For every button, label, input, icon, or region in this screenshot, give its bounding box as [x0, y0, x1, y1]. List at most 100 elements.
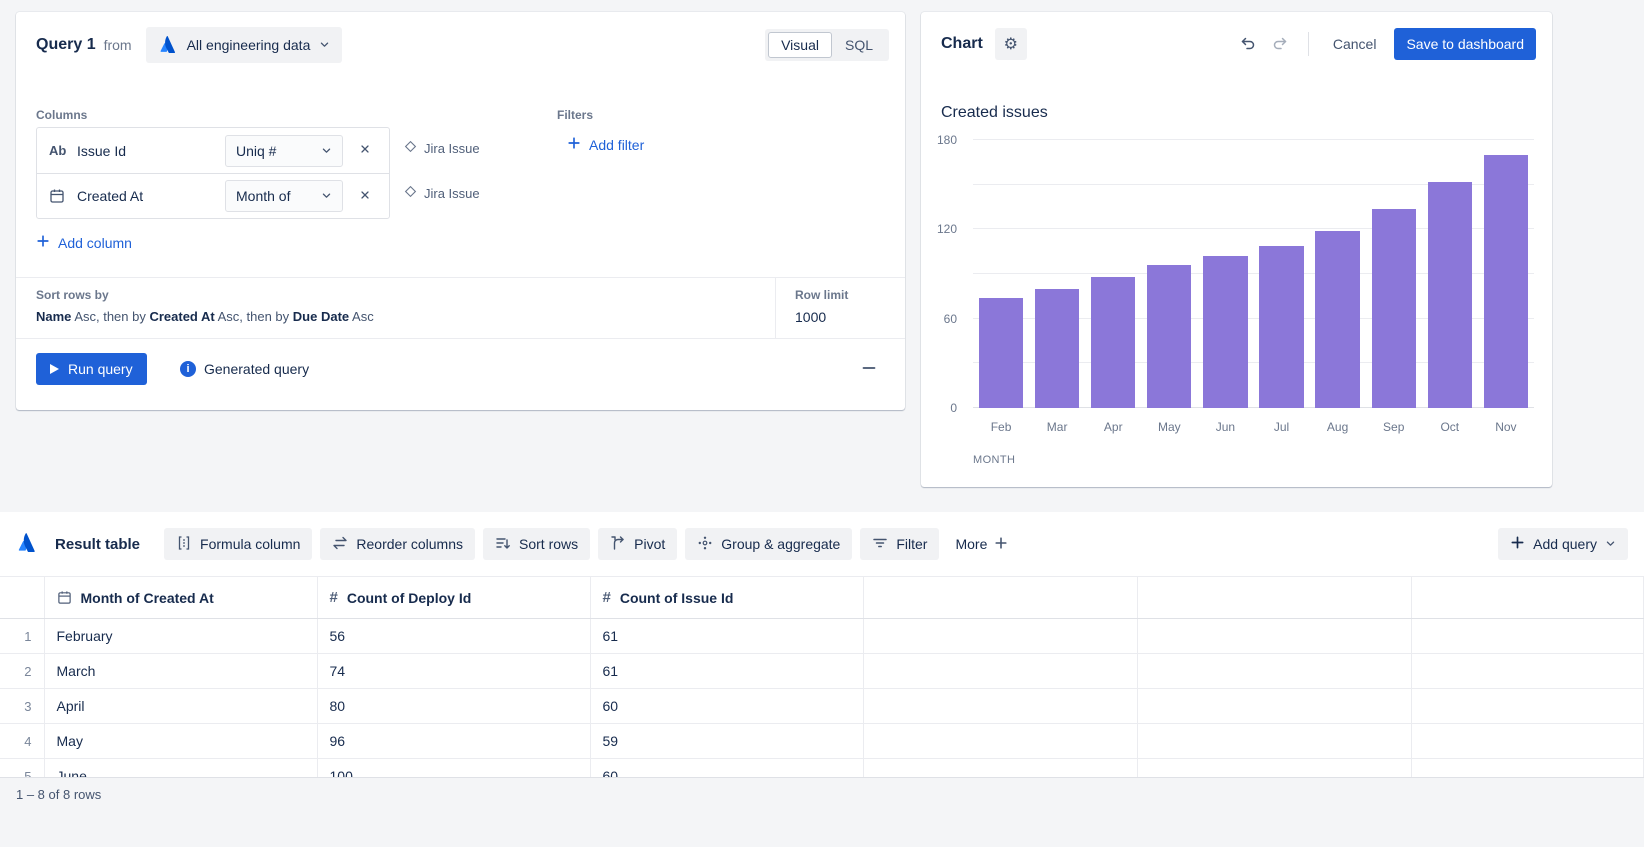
table-row[interactable]: 2March7461 — [0, 654, 1644, 689]
group-aggregate-button[interactable]: Group & aggregate — [685, 528, 852, 560]
bar-jul[interactable] — [1259, 246, 1303, 408]
column-header-count-of-issue-id[interactable]: # Count of Issue Id — [590, 577, 863, 619]
remove-column-button[interactable] — [351, 137, 379, 165]
button-label: Pivot — [634, 536, 665, 552]
undo-button[interactable] — [1232, 28, 1264, 60]
query-panel: Query 1 from All engineering data Visual… — [16, 12, 905, 410]
add-column-button[interactable]: Add column — [36, 234, 132, 251]
undo-icon — [1240, 35, 1256, 54]
add-column-label: Add column — [58, 235, 132, 251]
chart-bars — [973, 140, 1534, 408]
chart-settings-button[interactable]: ⚙ — [995, 28, 1027, 60]
bar-mar[interactable] — [1035, 289, 1079, 408]
row-number: 3 — [0, 689, 44, 724]
column-header-count-of-deploy-id[interactable]: # Count of Deploy Id — [317, 577, 590, 619]
table-cell[interactable]: 59 — [590, 724, 863, 759]
collapse-button[interactable] — [853, 353, 885, 385]
x-tick-label: Jun — [1197, 420, 1253, 434]
table-cell[interactable]: 60 — [590, 689, 863, 724]
bar-sep[interactable] — [1372, 209, 1416, 409]
formula-column-button[interactable]: Formula column — [164, 528, 312, 560]
table-row[interactable]: 4May9659 — [0, 724, 1644, 759]
table-cell[interactable]: 61 — [590, 619, 863, 654]
query-title: Query 1 — [36, 36, 96, 54]
empty-cell — [1137, 689, 1411, 724]
table-cell[interactable]: 56 — [317, 619, 590, 654]
editor-section: Query 1 from All engineering data Visual… — [0, 0, 1644, 512]
columns-list: Ab Issue Id Uniq # Created At — [36, 127, 390, 219]
filter-button[interactable]: Filter — [860, 528, 939, 560]
bar-apr[interactable] — [1091, 277, 1135, 408]
group-aggregate-icon — [697, 535, 713, 554]
chart-panel-title: Chart — [941, 35, 983, 53]
table-cell[interactable]: May — [44, 724, 317, 759]
table-cell[interactable]: 61 — [590, 654, 863, 689]
tab-sql[interactable]: SQL — [832, 32, 886, 58]
generated-query-label: Generated query — [204, 361, 309, 377]
table-cell[interactable]: February — [44, 619, 317, 654]
save-to-dashboard-button[interactable]: Save to dashboard — [1394, 28, 1536, 60]
reorder-columns-button[interactable]: Reorder columns — [320, 528, 475, 560]
bar-may[interactable] — [1147, 265, 1191, 408]
close-icon — [359, 189, 371, 204]
table-cell[interactable]: 60 — [590, 759, 863, 778]
rows-info: 1 – 8 of 8 rows — [16, 787, 101, 802]
sort-rows-label: Sort rows by — [36, 288, 109, 302]
table-cell[interactable]: 100 — [317, 759, 590, 778]
table-cell[interactable]: 80 — [317, 689, 590, 724]
table-cell[interactable]: June — [44, 759, 317, 778]
bar-jun[interactable] — [1203, 256, 1247, 408]
column-name: Created At — [77, 188, 225, 204]
datasource-dropdown[interactable]: All engineering data — [146, 27, 343, 63]
remove-column-button[interactable] — [351, 182, 379, 210]
add-query-button[interactable]: Add query — [1498, 528, 1628, 560]
cancel-button[interactable]: Cancel — [1321, 30, 1389, 58]
table-cell[interactable]: March — [44, 654, 317, 689]
sort-part: Asc, then by — [215, 309, 293, 324]
bar-aug[interactable] — [1315, 231, 1359, 408]
aggregation-select-issue-id[interactable]: Uniq # — [225, 135, 343, 167]
aggregation-select-created-at[interactable]: Month of — [225, 180, 343, 212]
plus-icon — [994, 536, 1008, 553]
table-row[interactable]: 5June10060 — [0, 759, 1644, 778]
pivot-button[interactable]: Pivot — [598, 528, 677, 560]
sort-value[interactable]: Name Asc, then by Created At Asc, then b… — [36, 309, 374, 324]
sort-rows-button[interactable]: Sort rows — [483, 528, 590, 560]
x-tick-label: Feb — [973, 420, 1029, 434]
bar-feb[interactable] — [979, 298, 1023, 408]
filter-icon — [872, 535, 888, 554]
tab-visual[interactable]: Visual — [768, 32, 832, 58]
result-table-body: 1February56612March74613April80604May965… — [0, 619, 1644, 778]
row-limit-value[interactable]: 1000 — [795, 309, 826, 325]
add-filter-button[interactable]: Add filter — [567, 136, 644, 153]
column-source: Jira Issue — [404, 185, 480, 201]
redo-button[interactable] — [1264, 28, 1296, 60]
table-cell[interactable]: 74 — [317, 654, 590, 689]
table-row[interactable]: 1February5661 — [0, 619, 1644, 654]
run-query-button[interactable]: Run query — [36, 353, 147, 385]
row-limit-label: Row limit — [795, 288, 848, 302]
more-button[interactable]: More — [947, 528, 1016, 560]
columns-label: Columns — [36, 108, 87, 122]
row-number: 1 — [0, 619, 44, 654]
atlassian-logo-icon — [16, 531, 38, 558]
y-tick-label: 120 — [937, 222, 957, 236]
empty-cell — [1411, 619, 1644, 654]
column-header-month-of-created-at[interactable]: Month of Created At — [44, 577, 317, 619]
result-table-title: Result table — [55, 536, 140, 553]
aggregation-value: Month of — [236, 188, 290, 204]
sort-part: Due Date — [293, 309, 349, 324]
bar-oct[interactable] — [1428, 182, 1472, 408]
close-icon — [359, 143, 371, 158]
column-header-label: Count of Issue Id — [620, 590, 734, 606]
y-tick-label: 180 — [937, 133, 957, 147]
table-row[interactable]: 3April8060 — [0, 689, 1644, 724]
empty-cell — [1411, 759, 1644, 778]
table-cell[interactable]: April — [44, 689, 317, 724]
x-axis-title: MONTH — [973, 454, 1015, 466]
bar-nov[interactable] — [1484, 155, 1528, 408]
table-cell[interactable]: 96 — [317, 724, 590, 759]
calendar-icon — [57, 590, 72, 605]
empty-cell — [863, 689, 1137, 724]
play-icon — [50, 364, 59, 374]
